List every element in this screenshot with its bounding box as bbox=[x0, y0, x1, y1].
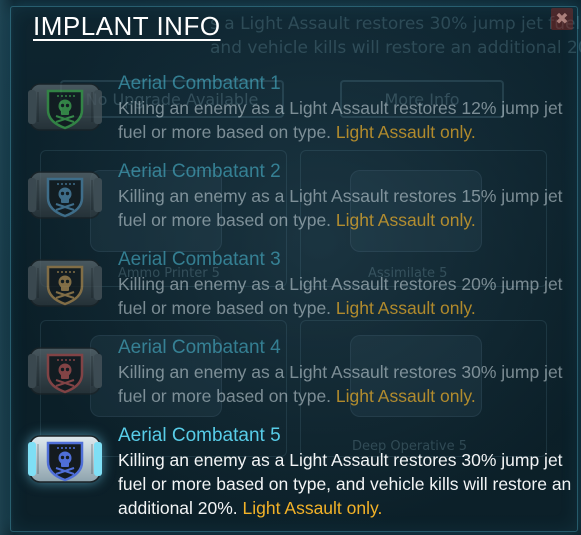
implant-rank-row: Aerial Combatant 4 Killing an enemy as a… bbox=[26, 336, 576, 420]
implant-rank-row-current: Aerial Combatant 5 Killing an enemy as a… bbox=[26, 424, 576, 518]
skull-shield-icon bbox=[26, 342, 104, 400]
close-icon[interactable]: ✖ bbox=[551, 8, 573, 30]
class-restriction: Light Assault only. bbox=[242, 498, 383, 518]
implant-description: Killing an enemy as a Light Assault rest… bbox=[118, 272, 578, 320]
skull-shield-icon bbox=[26, 78, 104, 136]
implant-description: Killing an enemy as a Light Assault rest… bbox=[118, 184, 578, 232]
implant-description: Killing an enemy as a Light Assault rest… bbox=[118, 96, 578, 144]
implant-info-window: s a Light Assault restores 30% jump jet … bbox=[0, 0, 581, 535]
background-tooltip-line: and vehicle kills will restore an additi… bbox=[210, 38, 581, 58]
skull-shield-icon bbox=[26, 254, 104, 312]
background-tooltip: s a Light Assault restores 30% jump jet … bbox=[210, 12, 581, 60]
implant-name: Aerial Combatant 4 bbox=[118, 337, 281, 358]
class-restriction: Light Assault only. bbox=[335, 210, 476, 230]
implant-rank-row: Aerial Combatant 1 Killing an enemy as a… bbox=[26, 72, 576, 156]
implant-rank-row: Aerial Combatant 2 Killing an enemy as a… bbox=[26, 160, 576, 244]
implant-name: Aerial Combatant 1 bbox=[118, 73, 281, 94]
skull-shield-icon bbox=[26, 166, 104, 224]
implant-description: Killing an enemy as a Light Assault rest… bbox=[118, 360, 578, 408]
implant-name: Aerial Combatant 2 bbox=[118, 161, 281, 182]
panel-title: IMPLANT INFO bbox=[33, 11, 221, 41]
class-restriction: Light Assault only. bbox=[335, 122, 476, 142]
implant-name: Aerial Combatant 5 bbox=[118, 425, 281, 446]
skull-shield-icon bbox=[26, 430, 104, 488]
left-edge-strip bbox=[0, 0, 14, 535]
class-restriction: Light Assault only. bbox=[335, 298, 476, 318]
class-restriction: Light Assault only. bbox=[335, 386, 476, 406]
implant-rank-row: Aerial Combatant 3 Killing an enemy as a… bbox=[26, 248, 576, 332]
implant-description: Killing an enemy as a Light Assault rest… bbox=[118, 448, 578, 520]
implant-name: Aerial Combatant 3 bbox=[118, 249, 281, 270]
background-tooltip-line: s a Light Assault restores 30% jump jet … bbox=[210, 14, 581, 34]
